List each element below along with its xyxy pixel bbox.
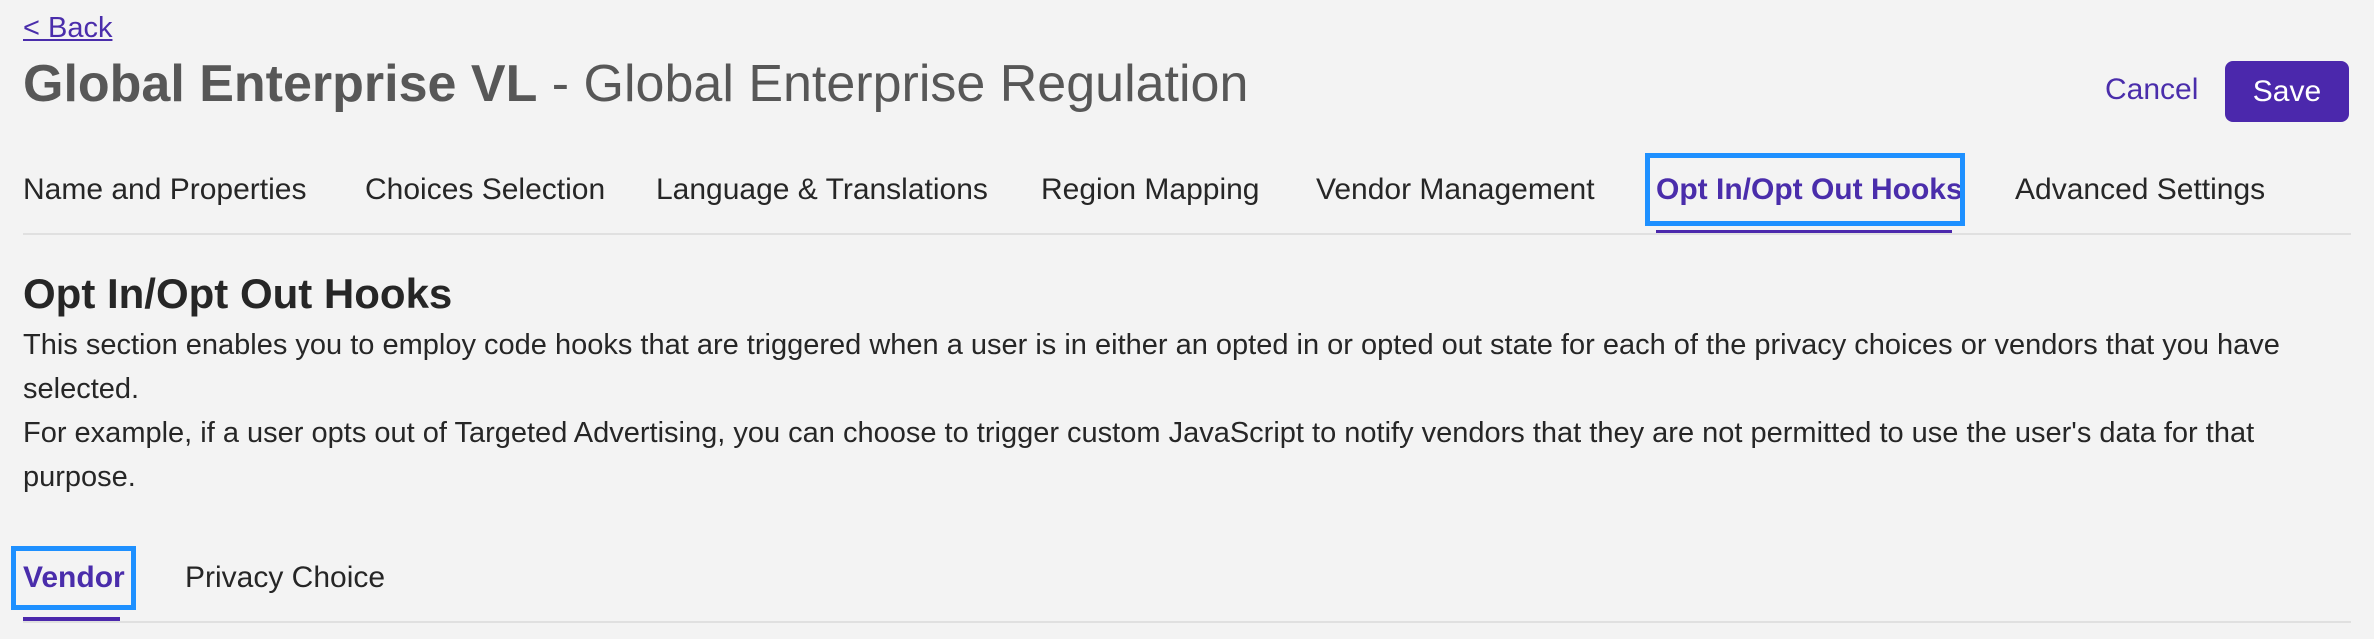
tab-region-mapping[interactable]: Region Mapping [1041, 170, 1259, 210]
section-description-intro: This section enables you to employ code … [23, 329, 2280, 405]
cancel-button[interactable]: Cancel [2105, 70, 2198, 110]
section-title: Opt In/Opt Out Hooks [23, 270, 453, 317]
section-description-example: For example, if a user opts out of Targe… [23, 417, 2255, 493]
page-title-name: Global Enterprise VL [23, 55, 538, 113]
back-link[interactable]: < Back [23, 10, 112, 46]
tab-vendor-management[interactable]: Vendor Management [1316, 170, 1595, 210]
sub-tab-privacy-choice[interactable]: Privacy Choice [185, 558, 385, 598]
tab-language-translations[interactable]: Language & Translations [656, 170, 988, 210]
tab-name-and-properties[interactable]: Name and Properties [23, 170, 306, 210]
sub-tab-bar-divider [23, 621, 2351, 623]
tab-bar-divider [23, 233, 2351, 235]
settings-tab-bar: Name and Properties Choices Selection La… [0, 150, 2374, 236]
tab-advanced-settings[interactable]: Advanced Settings [2015, 170, 2265, 210]
active-tab-focus-outline [1645, 153, 1965, 226]
save-button[interactable]: Save [2225, 61, 2349, 122]
active-sub-tab-focus-outline [11, 546, 136, 610]
section-description: This section enables you to employ code … [23, 323, 2353, 499]
tab-choices-selection[interactable]: Choices Selection [365, 170, 605, 210]
page-title: Global Enterprise VL - Global Enterprise… [23, 52, 1248, 116]
page-title-regulation: - Global Enterprise Regulation [537, 55, 1249, 113]
